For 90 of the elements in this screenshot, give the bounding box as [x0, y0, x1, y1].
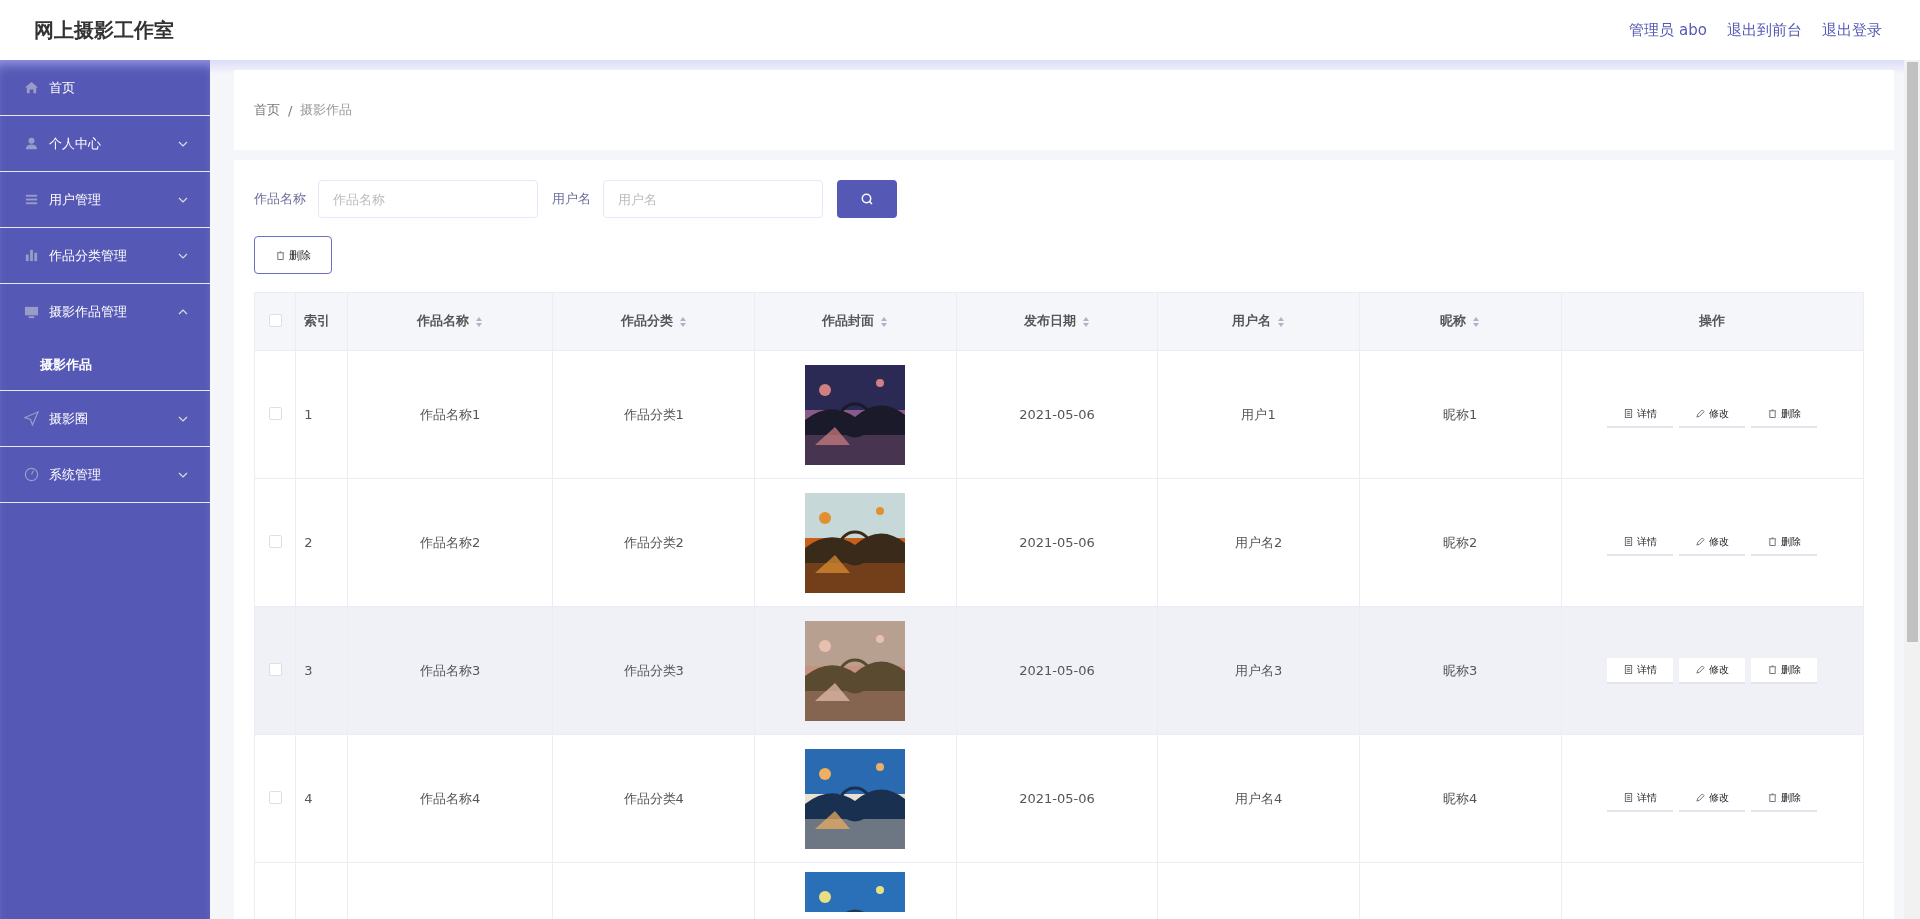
submenu-item[interactable]: 摄影作品	[0, 340, 210, 390]
column-header: 昵称	[1440, 313, 1467, 330]
search-button[interactable]	[837, 180, 897, 218]
sort-icon[interactable]	[1081, 315, 1090, 328]
sort-icon[interactable]	[678, 315, 687, 328]
monitor-icon	[24, 304, 39, 320]
column-header: 作品封面	[822, 313, 875, 330]
checkbox[interactable]	[268, 313, 282, 327]
table-cell: 3	[304, 663, 313, 678]
chevron-up-icon	[178, 307, 188, 317]
breadcrumb-item: /	[288, 102, 293, 118]
sidebar-item[interactable]: 摄影作品管理	[0, 284, 210, 340]
table-cell: 作品分类2	[623, 534, 684, 550]
trash-icon	[1767, 537, 1777, 546]
sidebar-label: 首页	[49, 78, 76, 97]
document-icon	[1623, 409, 1633, 418]
column-header: 操作	[1699, 313, 1726, 330]
table-cell: 2021-05-06	[1019, 535, 1095, 550]
trash-icon	[275, 250, 285, 260]
sort-icon[interactable]	[1277, 315, 1286, 328]
sidebar-label: 用户管理	[49, 190, 102, 209]
table-cell: 用户名4	[1234, 790, 1283, 806]
table-cell: 用户名2	[1234, 534, 1283, 550]
trash-icon	[1767, 793, 1777, 802]
document-icon	[1623, 793, 1633, 802]
home-icon	[24, 80, 39, 95]
edit-button[interactable]: 修改	[1679, 657, 1746, 684]
table-cell: 2021-05-06	[1019, 791, 1095, 806]
field-label: 用户名	[552, 190, 591, 208]
checkbox[interactable]	[268, 534, 282, 548]
paper-plane-icon	[24, 411, 39, 426]
document-icon	[1623, 665, 1633, 674]
table-cell: 用户名3	[1234, 662, 1283, 678]
checkbox[interactable]	[268, 406, 282, 420]
table-cell: 2	[304, 535, 313, 550]
search-icon	[861, 193, 873, 205]
document-icon	[1623, 537, 1633, 546]
header-link[interactable]: 退出到前台	[1727, 20, 1802, 40]
sidebar-label: 个人中心	[49, 134, 102, 153]
sidebar-label: 作品分类管理	[49, 246, 128, 265]
table-cell: 4	[304, 791, 313, 806]
table-cell: 作品名称4	[419, 790, 481, 806]
column-header: 索引	[304, 313, 331, 330]
table-cell: 作品分类1	[623, 406, 684, 422]
checkbox[interactable]	[268, 790, 282, 804]
table-cell: 昵称3	[1443, 662, 1478, 678]
delete-button[interactable]: 删除	[1751, 657, 1818, 684]
table-cell: 2021-05-06	[1019, 663, 1095, 678]
pencil-icon	[1695, 409, 1705, 418]
bar-chart-icon	[24, 248, 39, 263]
gauge-icon	[24, 467, 39, 482]
column-header: 作品分类	[620, 313, 673, 330]
sidebar-label: 系统管理	[49, 465, 102, 484]
table-cell: 昵称2	[1443, 534, 1478, 550]
sidebar-label: 摄影圈	[49, 409, 89, 428]
sort-icon[interactable]	[1472, 315, 1481, 328]
pencil-icon	[1695, 793, 1705, 802]
column-header: 发布日期	[1023, 313, 1076, 330]
table-cell: 昵称4	[1443, 790, 1478, 806]
trash-icon	[1767, 409, 1777, 418]
search-field[interactable]: 用户名	[603, 180, 823, 218]
table-cell: 2021-05-06	[1019, 407, 1095, 422]
header-link[interactable]: 管理员 abo	[1629, 20, 1707, 40]
breadcrumb-item[interactable]: 首页	[254, 101, 280, 119]
table-cell: 昵称1	[1443, 406, 1478, 422]
column-header: 作品名称	[417, 313, 470, 330]
sort-icon[interactable]	[880, 315, 889, 328]
list-icon	[24, 192, 39, 207]
table-cell: 作品分类4	[623, 790, 684, 806]
table-cell: 作品名称1	[419, 406, 481, 422]
pencil-icon	[1695, 537, 1705, 546]
column-header: 用户名	[1232, 313, 1272, 330]
table-cell: 用户1	[1241, 406, 1276, 422]
table-cell: 1	[304, 407, 313, 422]
table-cell: 作品名称3	[419, 662, 481, 678]
header-link[interactable]: 退出登录	[1822, 20, 1882, 40]
checkbox[interactable]	[268, 662, 282, 676]
table-cell: 作品分类3	[623, 662, 684, 678]
sidebar-label: 摄影作品管理	[49, 303, 128, 321]
detail-button[interactable]: 详情	[1607, 657, 1674, 684]
delete-button[interactable]: 删除	[254, 236, 332, 274]
user-icon	[24, 136, 39, 151]
trash-icon	[1767, 665, 1777, 674]
search-field[interactable]: 作品名称	[318, 180, 538, 218]
field-label: 作品名称	[254, 190, 306, 208]
scrollbar-thumb[interactable]	[1907, 62, 1918, 642]
sort-icon[interactable]	[475, 315, 484, 328]
site-title: 网上摄影工作室	[34, 16, 174, 44]
pencil-icon	[1695, 665, 1705, 674]
table-cell: 作品名称2	[419, 534, 481, 550]
